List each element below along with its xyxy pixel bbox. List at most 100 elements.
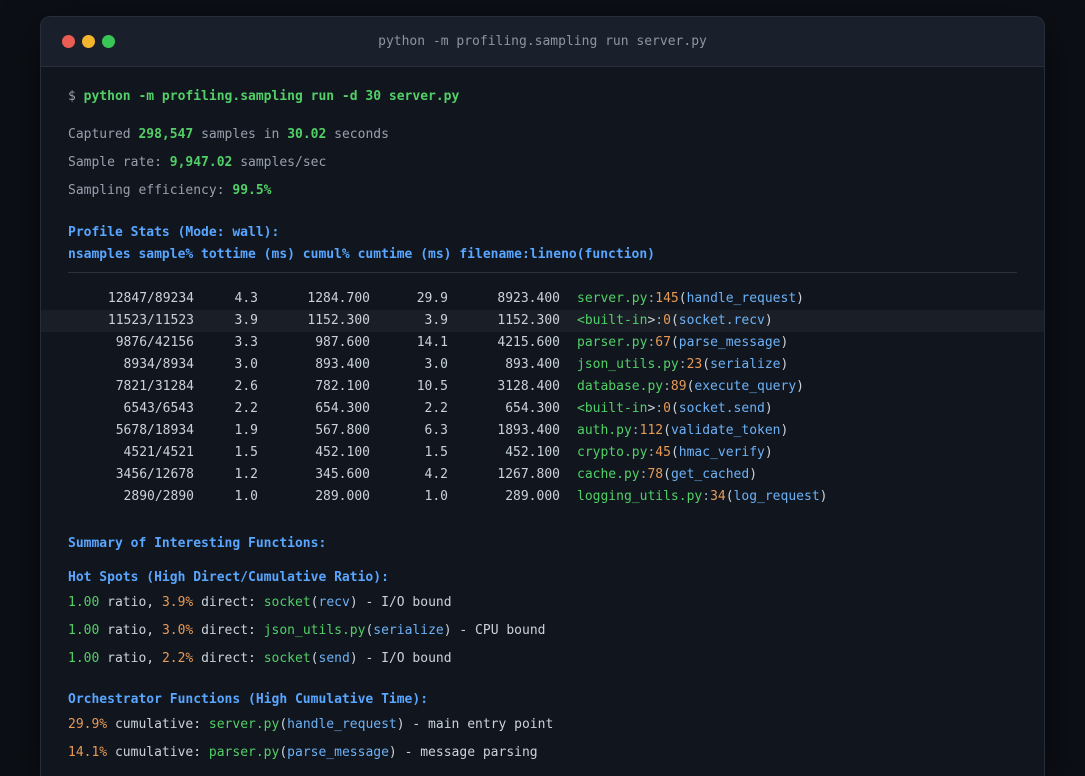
lineno-text: 67 (655, 335, 671, 350)
sample-pct-value: 2.6 (234, 379, 258, 394)
sample-rate-suffix: samples/sec (240, 155, 327, 170)
function-name-text: socket.recv (678, 313, 765, 328)
open-paren: ( (725, 489, 734, 504)
sample-pct-value: 3.0 (234, 357, 258, 372)
sample-pct-value: 1.5 (234, 445, 258, 460)
target-text: parser.py (208, 745, 280, 760)
summary-heading: Summary of Interesting Functions: (68, 536, 327, 551)
sample-pct-value: 1.0 (234, 489, 258, 504)
sample-rate-value: 9,947.02 (169, 155, 233, 170)
ratio-label: ratio, (107, 623, 155, 638)
table-row: 5678/18934 1.9 567.800 6.3 1893.400 auth.py:1… (41, 420, 1044, 442)
maximize-button[interactable] (102, 35, 115, 48)
cumul-pct-value: 1.0 (424, 489, 448, 504)
sample-pct-value: 3.3 (234, 335, 258, 350)
colon-separator: : (702, 489, 711, 504)
sample-rate-line: Sample rate: 9,947.02 samples/sec (68, 153, 1017, 173)
captured-label: Captured (68, 127, 131, 142)
function-location: <built-in>:0(socket.send) (560, 401, 773, 416)
open-paren: ( (663, 467, 671, 482)
orchestrator-line: 29.9% cumulative: server.py(handle_reque… (68, 715, 1017, 735)
tottime-value: 1284.700 (307, 291, 370, 306)
sample-rate-label: Sample rate: (68, 155, 162, 170)
close-paren: ) (396, 717, 405, 732)
lineno-text: 23 (686, 357, 703, 372)
table-row: 2890/2890 1.0 289.000 1.0 289.000 logging_uti… (41, 486, 1044, 508)
function-name-text: get_cached (670, 467, 750, 482)
efficiency-label: Sampling efficiency: (68, 183, 225, 198)
lineno-text: 112 (639, 423, 664, 438)
close-paren: ) (764, 445, 773, 460)
hot-spot-line: 1.00 ratio, 2.2% direct: socket(send) - … (68, 649, 1017, 669)
captured-samples-value: 298,547 (138, 127, 194, 142)
cumtime-value: 289.000 (505, 489, 560, 504)
open-paren: ( (279, 745, 288, 760)
close-paren: ) (764, 313, 773, 328)
hot-spot-line: 1.00 ratio, 3.9% direct: socket(recv) - … (68, 593, 1017, 613)
close-paren: ) (349, 595, 358, 610)
open-paren: ( (670, 401, 679, 416)
open-paren: ( (310, 651, 319, 666)
cumtime-value: 1152.300 (497, 313, 560, 328)
filename-text: auth.py (577, 423, 632, 438)
tottime-value: 654.300 (315, 401, 370, 416)
lineno-text: 0 (663, 401, 671, 416)
function-name-text: recv (318, 595, 350, 610)
hot-spots-heading: Hot Spots (High Direct/Cumulative Ratio)… (68, 570, 389, 585)
close-paren: ) (443, 623, 452, 638)
nsamples-value: 2890/2890 (123, 489, 194, 504)
table-row: 11523/11523 3.9 1152.300 3.9 1152.300 <built-… (41, 310, 1044, 332)
sample-pct-value: 1.2 (234, 467, 258, 482)
terminal-content: $ python -m profiling.sampling run -d 30… (41, 67, 1044, 763)
close-paren: ) (764, 401, 773, 416)
target-text: server.py (208, 717, 280, 732)
close-paren: ) (780, 423, 789, 438)
bound-note-text: - I/O bound (365, 595, 452, 610)
note-text: - message parsing (404, 745, 538, 760)
filename-text: <built-in (577, 313, 648, 328)
sample-pct-value: 2.2 (234, 401, 258, 416)
function-name-text: send (318, 651, 350, 666)
note-text: - main entry point (412, 717, 554, 732)
function-location: database.py:89(execute_query) (560, 379, 804, 394)
filename-text: <built-in (577, 401, 648, 416)
function-name-text: parse_message (678, 335, 781, 350)
tottime-value: 893.400 (315, 357, 370, 372)
sample-pct-value: 3.9 (234, 313, 258, 328)
ratio-label: ratio, (107, 651, 155, 666)
profile-table-rows: 12847/89234 4.3 1284.700 29.9 8923.400 server… (41, 288, 1044, 508)
ratio-label: ratio, (107, 595, 155, 610)
terminal-window: python -m profiling.sampling run server.… (40, 16, 1045, 776)
traffic-lights (62, 35, 115, 48)
function-name-text: socket.send (678, 401, 765, 416)
window-title: python -m profiling.sampling run server.… (378, 34, 707, 49)
function-location: server.py:145(handle_request) (560, 291, 804, 306)
filename-text: parser.py (577, 335, 648, 350)
cumul-pct-value: 4.2 (424, 467, 448, 482)
direct-pct-value: 2.2% (161, 651, 194, 666)
function-location: crypto.py:45(hmac_verify) (560, 445, 773, 460)
tottime-value: 345.600 (315, 467, 370, 482)
function-location: <built-in>:0(socket.recv) (560, 313, 773, 328)
close-button[interactable] (62, 35, 75, 48)
table-row: 4521/4521 1.5 452.100 1.5 452.100 crypto.py:4… (41, 442, 1044, 464)
close-paren: ) (780, 357, 789, 372)
direct-label: direct: (201, 623, 256, 638)
direct-pct-value: 3.9% (161, 595, 194, 610)
function-location: cache.py:78(get_cached) (560, 467, 757, 482)
minimize-button[interactable] (82, 35, 95, 48)
close-paren: ) (796, 379, 804, 394)
captured-suffix-label: seconds (334, 127, 389, 142)
cumul-pct-value: 1.5 (424, 445, 448, 460)
nsamples-value: 7821/31284 (115, 379, 194, 394)
open-paren: ( (670, 313, 679, 328)
filename-text: json_utils.py (577, 357, 679, 372)
lineno-text: 89 (670, 379, 687, 394)
captured-middle-label: samples in (201, 127, 280, 142)
bound-note-text: - I/O bound (365, 651, 452, 666)
filename-text: database.py (577, 379, 664, 394)
cumul-pct-value: 29.9 (416, 291, 448, 306)
table-row: 6543/6543 2.2 654.300 2.2 654.300 <built-in>:… (41, 398, 1044, 420)
lineno-text: 45 (655, 445, 671, 460)
cumulative-pct-value: 14.1% (68, 745, 108, 760)
